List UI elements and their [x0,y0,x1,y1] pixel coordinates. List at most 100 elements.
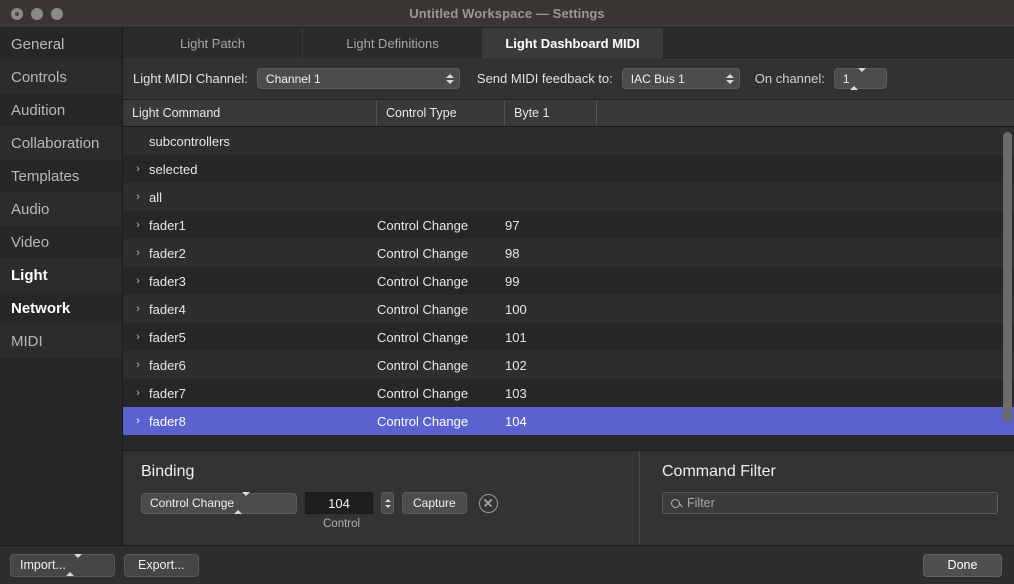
sidebar-item-label: Controls [11,69,67,86]
export-button[interactable]: Export... [124,554,199,577]
column-header-light-command[interactable]: Light Command [123,100,377,126]
sidebar-item-controls[interactable]: Controls [0,61,122,94]
midi-controls-strip: Light MIDI Channel: Channel 1 Send MIDI … [123,58,1014,100]
window-footer: Import... Export... Done [0,545,1014,584]
disclosure-triangle-icon[interactable]: › [131,387,145,399]
disclosure-triangle-icon[interactable]: › [131,415,145,427]
cell-byte-1: 100 [505,302,597,317]
row-name: selected [145,162,197,177]
disclosure-triangle-icon[interactable]: › [131,275,145,287]
column-header-control-type[interactable]: Control Type [377,100,505,126]
cell-light-command: › fader2 [123,246,377,261]
midi-feedback-destination-select[interactable]: IAC Bus 1 [622,68,740,89]
cell-light-command: › fader1 [123,218,377,233]
row-name: fader8 [145,414,186,429]
disclosure-triangle-icon[interactable]: › [131,163,145,175]
stepper-up-icon[interactable] [385,499,391,502]
binding-control-caption: Control [323,518,639,530]
on-channel-stepper[interactable]: 1 [834,68,887,89]
capture-button[interactable]: Capture [402,492,467,514]
disclosure-triangle-icon[interactable]: › [131,331,145,343]
tab-label: Light Patch [180,36,245,51]
chevron-updown-icon [234,496,250,510]
table-row[interactable]: › selected [123,155,1014,183]
binding-control-number-input[interactable]: 104 [305,492,373,514]
sidebar-item-light[interactable]: Light [0,259,122,292]
traffic-light-group [11,8,63,20]
disclosure-triangle-icon[interactable]: › [131,359,145,371]
light-midi-channel-select[interactable]: Channel 1 [257,68,460,89]
table-row[interactable]: › subcontrollers [123,127,1014,155]
table-row[interactable]: › fader1 Control Change 97 [123,211,1014,239]
cell-byte-1: 98 [505,246,597,261]
tab-light-patch[interactable]: Light Patch [123,28,303,58]
table-row[interactable]: › fader4 Control Change 100 [123,295,1014,323]
row-name: subcontrollers [145,134,230,149]
sidebar-item-label: Audio [11,201,49,218]
row-name: fader2 [145,246,186,261]
tab-label: Light Definitions [346,36,439,51]
disclosure-triangle-icon[interactable]: › [131,191,145,203]
cell-byte-1: 99 [505,274,597,289]
sidebar-item-templates[interactable]: Templates [0,160,122,193]
disclosure-triangle-icon[interactable]: › [131,247,145,259]
clear-binding-icon[interactable] [479,494,498,513]
command-filter-title: Command Filter [662,463,998,481]
cell-light-command: › fader5 [123,330,377,345]
disclosure-triangle-icon[interactable]: › [131,303,145,315]
cell-light-command: › fader4 [123,302,377,317]
table-row[interactable]: › fader5 Control Change 101 [123,323,1014,351]
cell-control-type: Control Change [377,218,505,233]
command-filter-panel: Command Filter Filter [640,451,1014,545]
binding-panel: Binding Control Change 104 [123,451,640,545]
column-header-blank[interactable] [597,100,1014,126]
command-filter-field[interactable]: Filter [662,492,998,514]
cell-byte-1: 104 [505,414,597,429]
import-button[interactable]: Import... [10,554,115,577]
row-name: fader7 [145,386,186,401]
sidebar-item-network[interactable]: Network [0,292,122,325]
binding-row: Control Change 104 Capture [141,492,639,514]
on-channel-label: On channel: [755,71,825,86]
binding-control-stepper[interactable] [381,492,394,514]
done-button[interactable]: Done [923,554,1002,577]
table-body: › subcontrollers › selected [123,127,1014,450]
table-vertical-scrollbar[interactable] [1003,128,1012,450]
scrollbar-thumb[interactable] [1003,132,1012,422]
cell-byte-1: 102 [505,358,597,373]
sidebar-item-audio[interactable]: Audio [0,193,122,226]
stepper-down-icon[interactable] [385,505,391,508]
column-header-byte-1[interactable]: Byte 1 [505,100,597,126]
cell-light-command: › fader8 [123,414,377,429]
settings-window: Untitled Workspace — Settings General Co… [0,0,1014,584]
sidebar-item-general[interactable]: General [0,28,122,61]
table-row[interactable]: › fader3 Control Change 99 [123,267,1014,295]
disclosure-triangle-icon[interactable]: › [131,219,145,231]
table-row[interactable]: › all [123,183,1014,211]
table-row-selected[interactable]: › fader8 Control Change 104 [123,407,1014,435]
close-button-icon[interactable] [11,8,23,20]
tab-light-definitions[interactable]: Light Definitions [303,28,483,58]
minimize-button-icon[interactable] [31,8,43,20]
sidebar-item-collaboration[interactable]: Collaboration [0,127,122,160]
cell-control-type: Control Change [377,274,505,289]
table-row[interactable]: › fader7 Control Change 103 [123,379,1014,407]
table-row[interactable]: › fader6 Control Change 102 [123,351,1014,379]
sidebar-item-label: Video [11,234,49,251]
tab-light-dashboard-midi[interactable]: Light Dashboard MIDI [483,28,663,58]
table-row[interactable]: › fader2 Control Change 98 [123,239,1014,267]
sidebar-item-video[interactable]: Video [0,226,122,259]
sidebar-item-audition[interactable]: Audition [0,94,122,127]
row-name: fader5 [145,330,186,345]
cell-light-command: › fader6 [123,358,377,373]
cell-byte-1: 97 [505,218,597,233]
sidebar-item-midi[interactable]: MIDI [0,325,122,358]
cell-control-type: Control Change [377,358,505,373]
row-name: fader4 [145,302,186,317]
command-filter-placeholder: Filter [687,496,715,510]
binding-title: Binding [141,463,639,481]
binding-type-select[interactable]: Control Change [141,493,297,514]
zoom-button-icon[interactable] [51,8,63,20]
tab-bar: Light Patch Light Definitions Light Dash… [123,28,1014,58]
sidebar-item-label: MIDI [11,333,43,350]
